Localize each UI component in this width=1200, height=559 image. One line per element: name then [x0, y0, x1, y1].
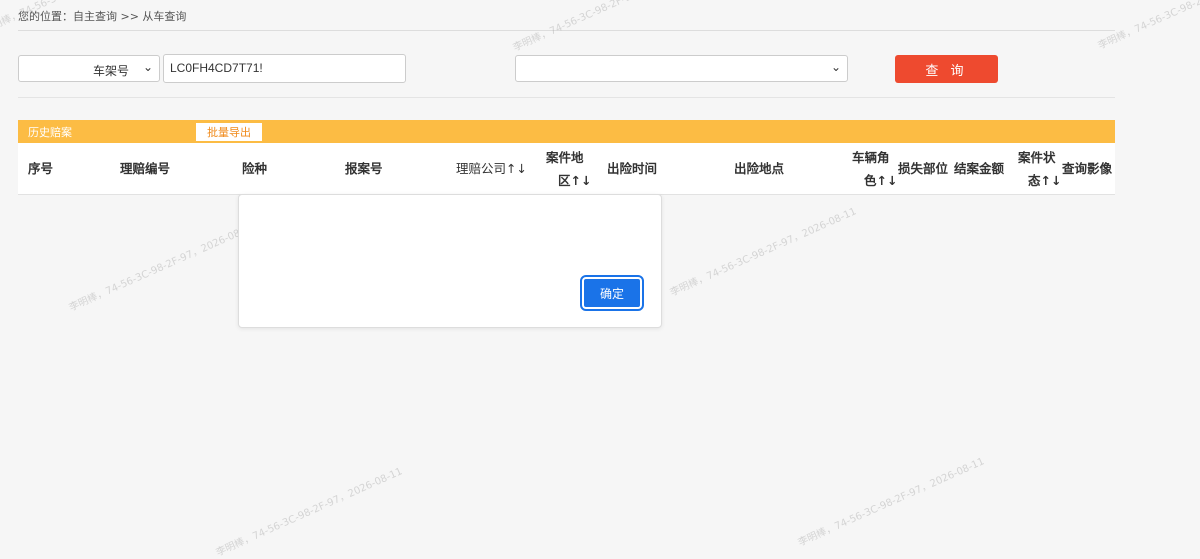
- col-status-line1[interactable]: 案件状: [1018, 146, 1056, 169]
- watermark: 李明棒，74-56-3C-98-2F-97，2026-08-11: [511, 0, 702, 54]
- col-report-no: 报案号: [345, 161, 383, 176]
- watermark: 李明棒，74-56-3C-98-2F-97，2026-08-11: [214, 466, 405, 559]
- field-type-select[interactable]: 车架号 ⌄: [18, 55, 160, 82]
- col-seq: 序号: [28, 161, 54, 176]
- breadcrumb-divider: [18, 30, 1115, 31]
- watermark: 李明棒，74-56-3C-98-2F-97，2026-08-11: [668, 206, 859, 299]
- table-header: 序号 理赔编号 险种 报案号 理赔公司↑↓ 案件地 区↑↓ 出险时间 出险地点 …: [18, 143, 1115, 195]
- col-status-line2[interactable]: 态↑↓: [1028, 169, 1061, 192]
- search-button[interactable]: 查 询: [895, 55, 998, 83]
- col-damage: 损失部位: [898, 161, 949, 176]
- company-select[interactable]: ⌄: [515, 55, 848, 82]
- export-button[interactable]: 批量导出: [196, 123, 262, 141]
- col-amount: 结案金额: [954, 161, 1005, 176]
- ok-button[interactable]: 确定: [580, 275, 644, 311]
- col-place: 出险地点: [734, 161, 785, 176]
- watermark: 李明棒，74-56-3C-98-2F-97，2026-08-11: [796, 456, 987, 549]
- col-region-line1[interactable]: 案件地: [546, 146, 584, 169]
- vin-input[interactable]: LC0FH4CD7T71!: [163, 54, 406, 83]
- chevron-down-icon: ⌄: [142, 60, 153, 74]
- breadcrumb: 您的位置：自主查询 >> 从车查询: [18, 10, 187, 23]
- watermark: 李明棒，74-56-3C-98-2F-97，2026-08-11: [67, 221, 258, 314]
- col-company[interactable]: 理赔公司↑↓: [456, 157, 527, 180]
- field-type-selected: 车架号: [92, 64, 129, 78]
- col-region-line2[interactable]: 区↑↓: [558, 169, 591, 192]
- col-images: 查询影像: [1062, 161, 1113, 176]
- results-bar: 历史赔案 批量导出: [18, 120, 1115, 143]
- chevron-down-icon: ⌄: [830, 60, 841, 74]
- watermark: 李明棒，74-56-3C-98-2F-97，2026-08-11: [1096, 0, 1200, 52]
- results-title: 历史赔案: [28, 126, 72, 139]
- form-divider: [18, 97, 1115, 98]
- col-claim-no: 理赔编号: [120, 161, 171, 176]
- col-time: 出险时间: [607, 161, 658, 176]
- alert-dialog: 确定: [238, 194, 662, 328]
- col-role-line2[interactable]: 色↑↓: [864, 169, 897, 192]
- col-role-line1[interactable]: 车辆角: [852, 146, 890, 169]
- col-insurance-type: 险种: [242, 161, 268, 176]
